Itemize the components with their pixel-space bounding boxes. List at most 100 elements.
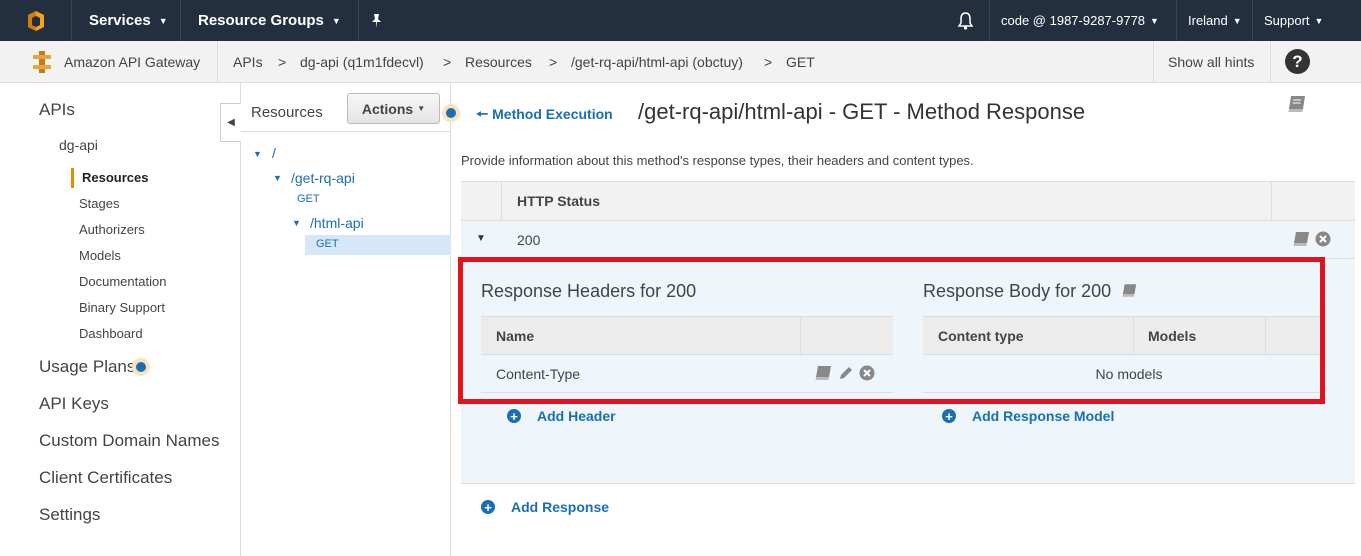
sidebar-item-client-certificates[interactable]: Client Certificates [39,468,172,488]
divider [1176,0,1177,41]
expand-icon[interactable]: ▼ [273,173,282,183]
column-header-name: Name [496,328,535,344]
expand-icon[interactable]: ▼ [253,149,262,159]
column-header-content-type: Content type [938,328,1024,344]
sidebar-item-stages[interactable]: Stages [79,196,119,211]
no-models-row: No models [923,355,1321,393]
sidebar-item-apis[interactable]: APIs [39,100,75,120]
account-label: code @ 1987-9287-9778 [1001,13,1146,28]
chevron-down-icon: ▼ [1150,15,1159,26]
actions-button[interactable]: Actions ▼ [347,93,440,124]
documentation-book-icon[interactable] [1122,283,1138,298]
header-name: Content-Type [496,366,581,382]
tree-node-root[interactable]: / [272,145,276,161]
actions-label: Actions [361,100,414,117]
column-header-models: Models [1148,328,1197,344]
documentation-book-icon[interactable] [1287,95,1307,118]
sidebar-item-usage-plans[interactable]: Usage Plans [39,357,135,377]
divider [1133,317,1134,355]
responses-table-header: HTTP Status [461,181,1355,221]
tree-method-get-selected[interactable]: GET [316,238,339,250]
method-execution-link[interactable]: 🠔 Method Execution [476,104,613,128]
add-response-model-label: Add Response Model [972,408,1115,424]
divider [217,41,218,82]
divider [1265,317,1266,355]
breadcrumb-method[interactable]: GET [786,41,815,82]
breadcrumb-apis[interactable]: APIs [233,41,263,82]
region-label: Ireland [1188,13,1228,28]
breadcrumb-separator: > [549,53,558,70]
divider [1252,0,1253,41]
chevron-down-icon: ▼ [331,15,341,26]
show-all-hints-button[interactable]: Show all hints [1168,41,1254,82]
services-menu[interactable]: Services ▼ [89,0,168,41]
sidebar-item-authorizers[interactable]: Authorizers [79,222,145,237]
help-icon[interactable]: ? [1285,41,1310,82]
sidebar-item-binary-support[interactable]: Binary Support [79,300,165,315]
service-name[interactable]: Amazon API Gateway [64,41,200,82]
collapse-icon[interactable]: ▼ [476,233,486,244]
sidebar-item-settings[interactable]: Settings [39,505,100,525]
support-menu[interactable]: Support ▼ [1264,0,1323,41]
chevron-down-icon: ▼ [417,104,426,113]
response-row-200[interactable]: ▼ 200 [461,221,1355,259]
divider [180,0,181,41]
body-table-header: Content type Models [923,316,1321,355]
add-response-link[interactable]: + Add Response [481,499,609,515]
resource-groups-menu[interactable]: Resource Groups ▼ [198,0,341,41]
divider [1270,41,1271,82]
no-models-text: No models [1095,366,1163,382]
tree-node-get-rq-api[interactable]: /get-rq-api [291,170,355,186]
tree-method-get[interactable]: GET [297,193,320,205]
documentation-book-icon[interactable] [815,365,833,381]
remove-icon[interactable] [859,365,875,381]
main-content: 🠔 Method Execution /get-rq-api/html-api … [451,83,1361,556]
header-row-actions [815,365,875,381]
sidebar-item-api-keys[interactable]: API Keys [39,394,109,414]
column-header-http-status: HTTP Status [517,193,600,209]
breadcrumb-separator: > [443,53,452,70]
divider [1153,41,1154,82]
sidebar-item-resources[interactable]: Resources [82,170,148,185]
expand-icon[interactable]: ▼ [292,218,301,228]
sidebar-item-dashboard[interactable]: Dashboard [79,326,143,341]
response-body-title: Response Body for 200 [923,281,1138,302]
add-response-model-link[interactable]: + Add Response Model [942,408,1114,424]
help-glyph: ? [1285,49,1310,74]
support-label: Support [1264,13,1310,28]
active-indicator [71,168,74,188]
page-title: /get-rq-api/html-api - GET - Method Resp… [638,99,1086,124]
tree-node-html-api[interactable]: /html-api [310,215,364,231]
services-label: Services [89,12,151,29]
remove-icon[interactable] [1315,231,1331,247]
chevron-down-icon: ▼ [1314,15,1324,26]
add-header-label: Add Header [537,408,616,424]
pin-icon[interactable] [370,0,383,41]
sidebar-item-models[interactable]: Models [79,248,121,263]
breadcrumb-separator: > [278,53,287,70]
region-menu[interactable]: Ireland ▼ [1188,0,1242,41]
bell-icon[interactable] [957,0,974,41]
hint-dot-icon[interactable] [136,362,146,372]
breadcrumb-separator: > [764,53,773,70]
sidebar-item-documentation[interactable]: Documentation [79,274,166,289]
breadcrumb-resources[interactable]: Resources [465,41,532,82]
breadcrumb-resource[interactable]: /get-rq-api/html-api (obctuy) [571,41,743,82]
aws-logo-icon[interactable] [0,0,72,41]
top-navbar: Services ▼ Resource Groups ▼ code @ 1987-9… [0,0,1361,41]
documentation-book-icon[interactable] [1293,231,1311,247]
add-header-link[interactable]: + Add Header [507,408,616,424]
collapse-sidebar-button[interactable]: ◀ [220,103,241,142]
sidebar-item-custom-domain-names[interactable]: Custom Domain Names [39,431,219,451]
divider [241,131,451,132]
plus-circle-icon: + [942,409,956,423]
breadcrumb-api[interactable]: dg-api (q1m1fdecvl) [300,41,424,82]
response-details-panel: Response Headers for 200 Name Content-Ty… [461,259,1355,484]
edit-pencil-icon[interactable] [838,365,854,381]
row-actions [1293,231,1331,247]
sidebar-item-api[interactable]: dg-api [59,137,98,153]
account-menu[interactable]: code @ 1987-9287-9778 ▼ [1001,0,1159,41]
chevron-down-icon: ▼ [158,15,168,26]
divider [358,0,359,41]
divider [989,0,990,41]
